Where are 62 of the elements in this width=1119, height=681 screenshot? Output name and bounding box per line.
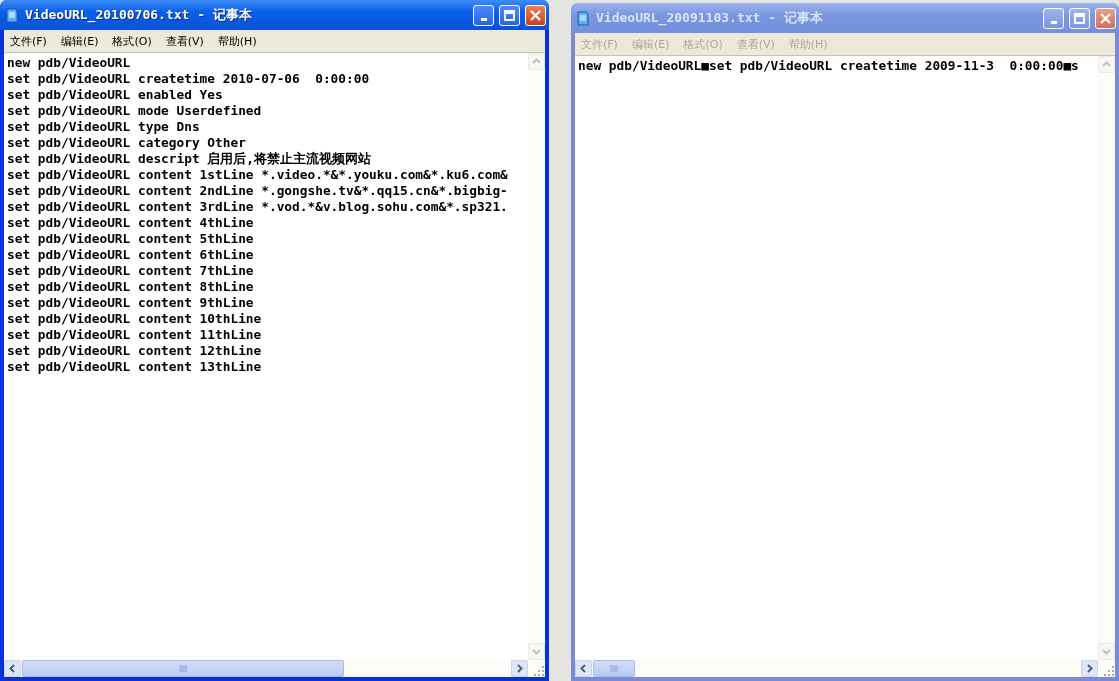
text-line: set pdb/VideoURL content 2ndLine *.gongshe.tv&*.qq15.cn&*.bigbig- (7, 183, 509, 199)
text-line: set pdb/VideoURL content 10thLine (7, 311, 263, 327)
text-line: new pdb/VideoURL (7, 55, 132, 71)
maximize-button[interactable] (499, 4, 520, 26)
close-button[interactable] (1095, 7, 1116, 29)
maximize-icon (504, 9, 515, 21)
close-button[interactable] (525, 4, 546, 26)
scrollbar-thumb[interactable] (22, 660, 344, 677)
scroll-left-button[interactable] (575, 660, 592, 677)
text-line: set pdb/VideoURL type Dns (7, 119, 201, 135)
minimize-button[interactable] (1043, 7, 1064, 29)
text-line: set pdb/VideoURL descript 启用后,将禁止主流视频网站 (7, 151, 373, 167)
text-line: set pdb/VideoURL content 1stLine *.video.*&*.youku.com&*.ku6.com& (7, 167, 509, 183)
scroll-right-button[interactable] (511, 660, 528, 677)
text-line: set pdb/VideoURL content 8thLine (7, 279, 255, 295)
close-icon (1100, 12, 1111, 24)
maximize-button[interactable] (1069, 7, 1090, 29)
chevron-down-icon (1102, 647, 1111, 656)
text-line: set pdb/VideoURL createtime 2010-07-06 0:00:00 (7, 71, 371, 87)
minimize-icon (480, 17, 487, 21)
window-title: VideoURL_20100706.txt - 记事本 (25, 6, 253, 24)
menu-item[interactable]: 编辑(E) (60, 33, 99, 49)
chevron-up-icon (1102, 60, 1111, 69)
resize-grip-icon[interactable] (533, 665, 545, 677)
resize-grip-icon[interactable] (1103, 665, 1115, 677)
scrollbar-thumb[interactable] (593, 660, 635, 677)
text-line: set pdb/VideoURL content 11thLine (7, 327, 263, 343)
maximize-icon (1074, 12, 1085, 24)
text-line: set pdb/VideoURL category Other (7, 135, 247, 151)
text-line: set pdb/VideoURL mode Userdefined (7, 103, 263, 119)
scroll-up-button[interactable] (1098, 56, 1115, 73)
grip-lines-icon (179, 665, 187, 672)
menu-item[interactable]: 帮助(H) (217, 33, 257, 49)
minimize-button[interactable] (473, 4, 494, 26)
scroll-right-button[interactable] (1081, 660, 1098, 677)
chevron-down-icon (532, 647, 541, 656)
grip-lines-icon (610, 665, 618, 672)
text-line: set pdb/VideoURL content 13thLine (7, 359, 263, 375)
text-line: set pdb/VideoURL content 9thLine (7, 295, 255, 311)
chevron-left-icon (8, 664, 17, 673)
chevron-right-icon (515, 664, 524, 673)
menu-item[interactable]: 文件(F) (10, 33, 47, 49)
text-line: new pdb/VideoURL■set pdb/VideoURL createtime 2009-11-3 0:00:00■s (578, 58, 1080, 74)
scroll-up-button[interactable] (528, 53, 545, 70)
text-line: set pdb/VideoURL content 12thLine (7, 343, 263, 359)
text-line: set pdb/VideoURL enabled Yes (7, 87, 224, 103)
close-icon (530, 9, 541, 21)
text-line: set pdb/VideoURL content 3rdLine *.vod.*&v.blog.sohu.com&*.sp321. (7, 199, 509, 215)
scroll-left-button[interactable] (4, 660, 21, 677)
chevron-right-icon (1085, 664, 1094, 673)
minimize-icon (1050, 20, 1057, 24)
text-line: set pdb/VideoURL content 7thLine (7, 263, 255, 279)
text-line: set pdb/VideoURL content 4thLine (7, 215, 255, 231)
notepad-icon (575, 10, 591, 26)
menu-item[interactable]: 格式(O) (112, 33, 152, 49)
chevron-up-icon (532, 57, 541, 66)
window-title: VideoURL_20091103.txt - 记事本 (596, 9, 824, 27)
chevron-left-icon (579, 664, 588, 673)
text-line: set pdb/VideoURL content 5thLine (7, 231, 255, 247)
notepad-icon (4, 7, 20, 23)
text-line: set pdb/VideoURL content 6thLine (7, 247, 255, 263)
menu-item[interactable]: 查看(V) (165, 33, 204, 49)
